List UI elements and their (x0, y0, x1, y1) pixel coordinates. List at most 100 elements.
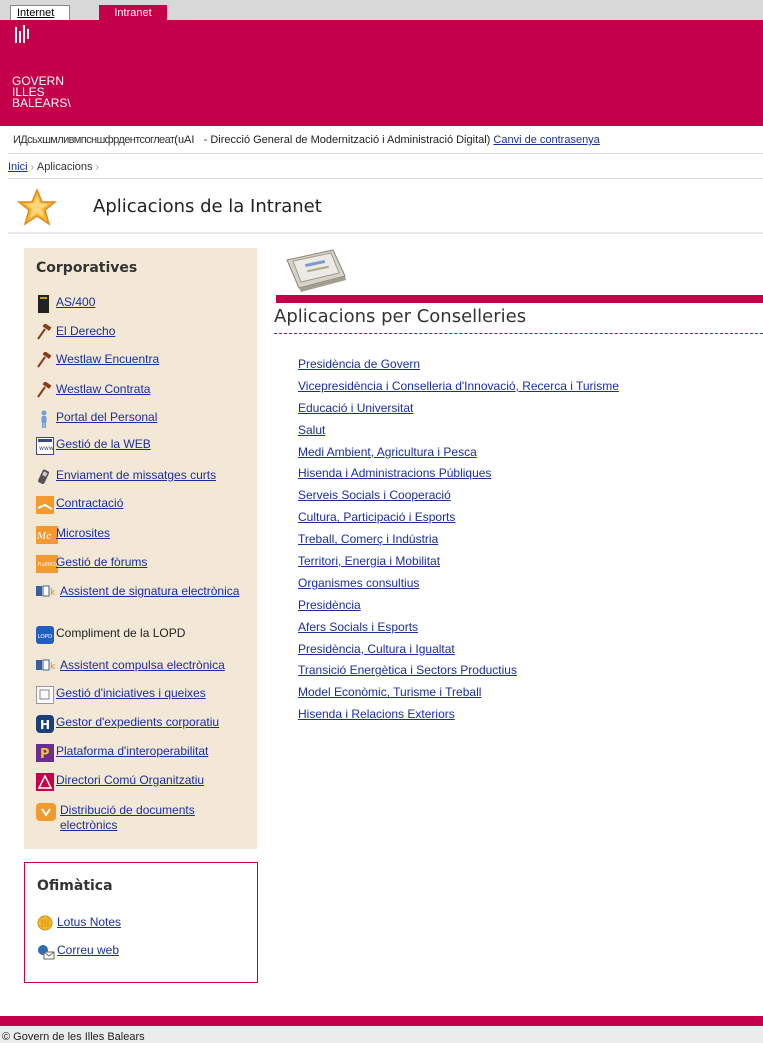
breadcrumb-current: Aplicacions (36, 161, 93, 173)
sidebar-item-missatges[interactable]: Enviament de missatges curts (36, 468, 216, 484)
conselleria-link[interactable]: Model Econòmic, Turisme i Treball (298, 684, 619, 706)
sidebar-ofimatica: Ofimàtica Lotus Notes Correu web (24, 862, 258, 983)
conselleria-link[interactable]: Organismes consultius (298, 575, 619, 597)
sidebar-item-label[interactable]: Correu web (57, 943, 119, 958)
sidebar-item-el-derecho[interactable]: El Derecho (36, 323, 115, 340)
svg-text:k: k (50, 662, 56, 672)
sidebar-item-microsites[interactable]: Mc Microsites (36, 526, 110, 544)
divider (8, 153, 763, 154)
sidebar-item-as400[interactable]: AS/400 (36, 295, 95, 313)
sidebar-item-label[interactable]: Contractació (56, 496, 123, 511)
footer-red-bar (0, 1016, 763, 1026)
conselleria-link[interactable]: Transició Energètica i Sectors Productiu… (298, 662, 619, 684)
sidebar-item-interoperabilitat[interactable]: P Plataforma d'interoperabilitat (36, 744, 208, 762)
sidebar-item-expedients[interactable]: H Gestor d'expedients corporatiu (36, 715, 219, 733)
conselleria-link[interactable]: Presidència de Govern (298, 356, 619, 378)
sidebar-item-contractacio[interactable]: Contractació (36, 496, 123, 514)
gavel-icon (36, 351, 52, 368)
conselleria-link[interactable]: Hisenda i Relacions Exteriors (298, 706, 619, 728)
sidebar-item-label[interactable]: Assistent de signatura electrònica (60, 584, 246, 599)
sidebar-item-compulsa[interactable]: k Assistent compulsa electrònica (36, 658, 225, 674)
lotus-icon (37, 915, 53, 931)
sidebar-item-label[interactable]: Plataforma d'interoperabilitat (56, 744, 208, 759)
files-icon: H (36, 715, 54, 733)
conselleria-link[interactable]: Presidència (298, 597, 619, 619)
section-red-bar (276, 295, 763, 303)
sidebar-item-correu-web[interactable]: Correu web (37, 943, 119, 960)
sidebar-item-label[interactable]: Lotus Notes (57, 915, 121, 930)
office-title: Ofimàtica (37, 878, 113, 894)
signature-icon: k (36, 584, 56, 600)
sidebar-item-label[interactable]: Westlaw Encuentra (56, 352, 159, 367)
sidebar-item-label[interactable]: Gestió de fòrums (56, 555, 147, 570)
site-header: GOVERN ILLES BALEARS\ (0, 20, 763, 126)
tab-internet[interactable]: Internet (10, 5, 70, 20)
sidebar-item-westlaw-contrata[interactable]: Westlaw Contrata (36, 381, 150, 398)
sidebar-item-label[interactable]: Gestió d'iniciatives i queixes (56, 686, 206, 701)
directory-icon (36, 773, 54, 791)
sidebar-item-label[interactable]: Directori Comú Organitzatiu (56, 773, 204, 788)
breadcrumb-home-link[interactable]: Inici (8, 161, 28, 173)
conselleria-link[interactable]: Treball, Comerç i Indústria (298, 531, 619, 553)
conselleria-link[interactable]: Salut (298, 422, 619, 444)
tab-intranet[interactable]: Intranet (99, 5, 167, 20)
breadcrumb-separator: › (95, 162, 99, 173)
sidebar-item-lotus-notes[interactable]: Lotus Notes (37, 915, 121, 931)
web-icon: www (36, 437, 54, 455)
conselleria-link[interactable]: Territori, Energia i Mobilitat (298, 553, 619, 575)
sidebar-item-label[interactable]: Distribució de documents electrònics (60, 803, 246, 833)
section-title: Aplicacions per Conselleries (274, 306, 527, 327)
change-password-link[interactable]: Canvi de contrasenya (493, 134, 599, 146)
conselleria-link[interactable]: Medi Ambient, Agricultura i Pesca (298, 444, 619, 466)
sidebar-item-gestio-web[interactable]: www Gestió de la WEB (36, 437, 151, 455)
platform-icon: P (36, 744, 54, 762)
server-icon (36, 295, 52, 313)
user-name-redacted: ИДсьхшмливмпсншфрдентсоглеат (13, 134, 175, 146)
user-info-bar: ИДсьхшмливмпсншфрдентсоглеат(uAI - Direc… (13, 134, 763, 146)
svg-text:f\u00f2rum: f\u00f2rum (38, 562, 58, 568)
svg-text:P: P (40, 747, 50, 762)
sidebar-item-label[interactable]: Portal del Personal (56, 410, 157, 425)
sidebar-item-lopd[interactable]: LOPD Compliment de la LOPD (36, 626, 185, 644)
conselleria-link[interactable]: Vicepresidència i Conselleria d'Innovaci… (298, 378, 619, 400)
svg-text:k: k (50, 588, 56, 598)
microsites-icon: Mc (36, 526, 58, 544)
sidebar-item-label[interactable]: Westlaw Contrata (56, 382, 150, 397)
sidebar-item-forums[interactable]: f\u00f2rum Gestió de fòrums (36, 555, 147, 573)
breadcrumb: Inici › Aplicacions › (8, 161, 102, 173)
person-icon (36, 410, 52, 428)
divider (8, 178, 763, 179)
forums-icon: f\u00f2rum (36, 555, 66, 573)
conselleria-link[interactable]: Serveis Socials i Cooperació (298, 487, 619, 509)
conselleria-link[interactable]: Afers Socials i Esports (298, 619, 619, 641)
gavel-icon (36, 381, 52, 398)
conselleria-link[interactable]: Hisenda i Administracions Públiques (298, 465, 619, 487)
sidebar-item-label[interactable]: Enviament de missatges curts (56, 468, 216, 483)
sidebar-item-label[interactable]: El Derecho (56, 324, 115, 339)
top-tabbar: Internet Intranet (0, 0, 763, 20)
star-icon (16, 188, 58, 226)
breadcrumb-separator: › (30, 162, 34, 173)
sidebar-item-signatura[interactable]: k Assistent de signatura electrònica (36, 584, 246, 600)
sidebar-item-distribucio[interactable]: Distribució de documents electrònics (36, 803, 246, 833)
sidebar-item-directori[interactable]: Directori Comú Organitzatiu (36, 773, 204, 791)
sidebar-item-portal-personal[interactable]: Portal del Personal (36, 410, 157, 428)
sidebar-item-label[interactable]: Gestor d'expedients corporatiu (56, 715, 219, 730)
webmail-icon (37, 943, 55, 960)
gavel-icon (36, 323, 52, 340)
svg-text:H: H (40, 718, 50, 732)
contract-icon (36, 496, 54, 514)
complaints-icon (36, 686, 54, 704)
sidebar-item-label[interactable]: Microsites (56, 526, 110, 541)
sidebar-item-label[interactable]: Assistent compulsa electrònica (60, 658, 225, 673)
sidebar-item-westlaw-encuentra[interactable]: Westlaw Encuentra (36, 351, 159, 368)
govern-logo-text[interactable]: GOVERN ILLES BALEARS\ (12, 75, 71, 109)
sidebar-item-label[interactable]: AS/400 (56, 295, 95, 310)
conselleria-link[interactable]: Presidència, Cultura i Igualtat (298, 641, 619, 663)
sidebar-item-label[interactable]: Gestió de la WEB (56, 437, 151, 452)
laptop-icon (286, 249, 346, 292)
conselleria-link[interactable]: Cultura, Participació i Esports (298, 509, 619, 531)
sidebar-item-iniciatives[interactable]: Gestió d'iniciatives i queixes (36, 686, 206, 704)
conselleria-link[interactable]: Educació i Universitat (298, 400, 619, 422)
sidebar-title: Corporatives (36, 260, 138, 276)
